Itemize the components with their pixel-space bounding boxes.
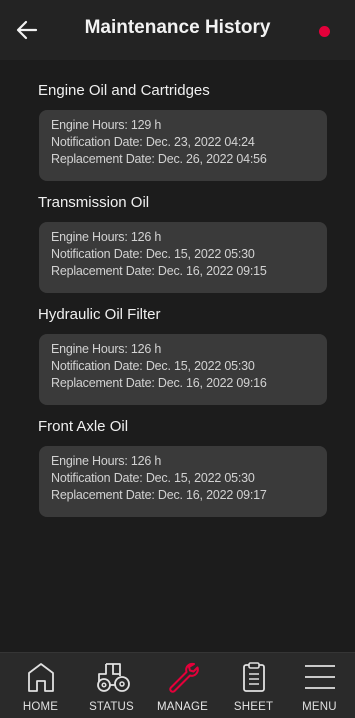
notification-date: Notification Date: Dec. 15, 2022 05:30 — [51, 247, 255, 261]
nav-home[interactable]: HOME — [5, 653, 76, 718]
nav-status-label: STATUS — [89, 701, 134, 713]
wrench-icon — [168, 662, 199, 693]
notification-date: Notification Date: Dec. 23, 2022 04:24 — [51, 135, 255, 149]
notification-dot[interactable] — [319, 26, 330, 37]
app-header: Maintenance History — [0, 0, 355, 60]
replacement-date: Replacement Date: Dec. 16, 2022 09:17 — [51, 488, 267, 502]
engine-hours: Engine Hours: 126 h — [51, 342, 162, 356]
replacement-date: Replacement Date: Dec. 16, 2022 09:15 — [51, 264, 267, 278]
page-title: Maintenance History — [84, 17, 271, 38]
home-icon — [27, 663, 54, 692]
record-title: Transmission Oil — [38, 194, 150, 211]
nav-home-label: HOME — [22, 701, 59, 713]
nav-menu[interactable]: MENU — [284, 653, 355, 718]
nav-manage-label: MANAGE — [156, 701, 209, 713]
notification-date: Notification Date: Dec. 15, 2022 05:30 — [51, 471, 255, 485]
engine-hours: Engine Hours: 126 h — [51, 454, 162, 468]
record-title: Hydraulic Oil Filter — [38, 306, 161, 323]
record-card[interactable]: Engine Hours: 126 h Notification Date: D… — [39, 334, 327, 405]
record-title: Engine Oil and Cartridges — [38, 82, 210, 99]
clipboard-icon — [242, 662, 265, 692]
nav-sheet-label: SHEET — [233, 701, 274, 713]
replacement-date: Replacement Date: Dec. 26, 2022 04:56 — [51, 152, 267, 166]
engine-hours: Engine Hours: 129 h — [51, 118, 162, 132]
bottom-nav: HOME STATUS MANAGE SHEET MENU — [0, 652, 355, 718]
nav-status[interactable]: STATUS — [76, 653, 147, 718]
nav-manage[interactable]: MANAGE — [147, 653, 218, 718]
nav-sheet[interactable]: SHEET — [218, 653, 289, 718]
tractor-icon — [96, 663, 130, 692]
nav-menu-label: MENU — [302, 701, 337, 713]
engine-hours: Engine Hours: 126 h — [51, 230, 162, 244]
record-card[interactable]: Engine Hours: 126 h Notification Date: D… — [39, 446, 327, 517]
record-card[interactable]: Engine Hours: 129 h Notification Date: D… — [39, 110, 327, 181]
record-card[interactable]: Engine Hours: 126 h Notification Date: D… — [39, 222, 327, 293]
record-title: Front Axle Oil — [38, 418, 129, 435]
notification-date: Notification Date: Dec. 15, 2022 05:30 — [51, 359, 255, 373]
maintenance-history-list: Engine Oil and Cartridges Engine Hours: … — [0, 60, 355, 652]
hamburger-menu-icon — [304, 665, 335, 689]
replacement-date: Replacement Date: Dec. 16, 2022 09:16 — [51, 376, 267, 390]
